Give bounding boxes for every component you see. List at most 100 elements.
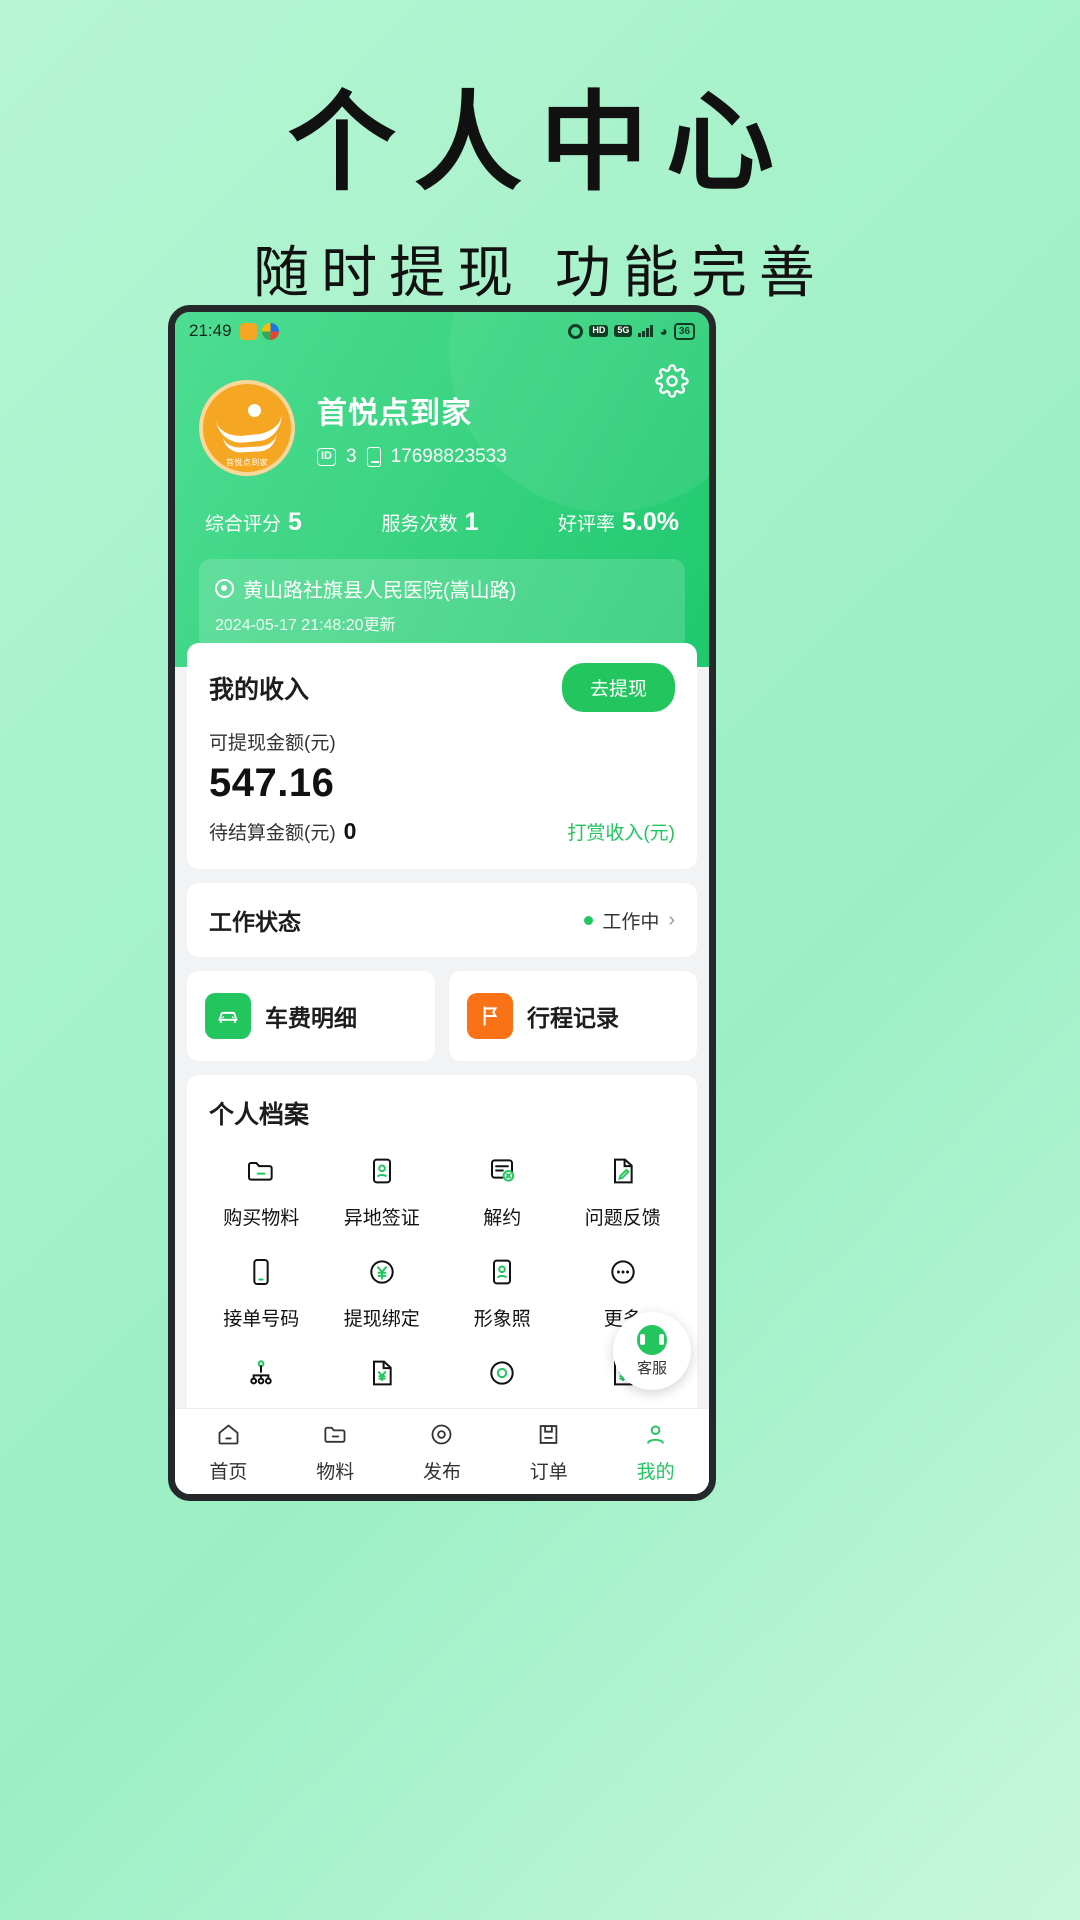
grid-item-withdraw-binding[interactable]: 提现绑定	[322, 1252, 443, 1331]
phone-icon	[366, 447, 381, 467]
mail-app-icon	[239, 322, 257, 340]
dynamic-list-icon	[482, 1353, 522, 1393]
archive-card: 个人档案 购买物料 异地签证 解约 问题反馈 接单号码 提现绑定 形象照 更多	[187, 1075, 697, 1446]
grid-item-buy-material[interactable]: 购买物料	[201, 1151, 322, 1230]
tab-order-label: 订单	[529, 1462, 568, 1483]
more-icon	[603, 1252, 643, 1292]
feedback-icon	[603, 1151, 643, 1191]
stat-service-count-value: 1	[464, 508, 479, 536]
archive-title: 个人档案	[209, 1101, 310, 1129]
shortcut-tiles: 车费明细 行程记录	[187, 971, 697, 1061]
avatar[interactable]: 首悦点到家	[199, 380, 295, 476]
grid-item-feedback[interactable]: 问题反馈	[563, 1151, 684, 1230]
contract-cancel-icon	[482, 1151, 522, 1191]
reward-record-icon	[362, 1353, 402, 1393]
wifi-icon: ◕	[659, 323, 668, 339]
archive-grid: 购买物料 异地签证 解约 问题反馈 接单号码 提现绑定 形象照 更多	[201, 1151, 683, 1432]
stat-rating: 综合评分 5	[205, 508, 302, 537]
tile-trip-record[interactable]: 行程记录	[449, 971, 697, 1061]
grid-item-terminate[interactable]: 解约	[442, 1151, 563, 1230]
profile-phone: 17698823533	[390, 446, 507, 467]
chevron-right-icon: ›	[668, 908, 675, 931]
chrome-app-icon	[261, 322, 279, 340]
tab-home[interactable]: 首页	[175, 1419, 282, 1484]
profile-header: 21:49 HD 5G ◕ 36 首悦点到家 首悦点到家 ID 3 176988…	[175, 312, 709, 667]
stat-praise-rate-value: 5.0%	[622, 508, 679, 536]
signal-bars-icon	[638, 325, 654, 337]
publish-icon	[427, 1419, 457, 1449]
profile-info: 首悦点到家 ID 3 17698823533	[317, 388, 507, 468]
home-icon	[213, 1419, 243, 1449]
customer-service-button[interactable]: 客服	[613, 1312, 691, 1390]
stat-service-count-label: 服务次数	[381, 514, 458, 535]
grid-item-terminate-label: 解约	[483, 1208, 522, 1229]
tab-mine[interactable]: 我的	[602, 1419, 709, 1484]
reward-income-link[interactable]: 打赏收入(元)	[567, 818, 675, 845]
status-bar: 21:49 HD 5G ◕ 36	[175, 312, 709, 350]
status-dot-icon	[584, 915, 594, 925]
work-status-title: 工作状态	[209, 909, 301, 935]
income-card: 我的收入 去提现 可提现金额(元) 547.16 待结算金额(元) 0 打赏收入(…	[187, 643, 697, 869]
stat-rating-label: 综合评分	[205, 514, 282, 535]
avatar-logo-wave-2	[222, 432, 278, 454]
gear-icon[interactable]	[655, 364, 689, 398]
stats-row: 综合评分 5 服务次数 1 好评率 5.0%	[175, 476, 709, 537]
material-icon	[320, 1419, 350, 1449]
customer-service-label: 客服	[636, 1359, 667, 1377]
tile-trip-record-label: 行程记录	[527, 1005, 619, 1031]
available-amount: 547.16	[209, 761, 335, 805]
work-status-value: 工作中	[602, 911, 660, 933]
mobile-icon	[241, 1252, 281, 1292]
profile-row[interactable]: 首悦点到家 首悦点到家 ID 3 17698823533	[175, 350, 709, 476]
grid-item-remote-visa[interactable]: 异地签证	[322, 1151, 443, 1230]
stat-praise-rate-label: 好评率	[558, 514, 616, 535]
grid-item-buy-material-label: 购买物料	[223, 1208, 300, 1229]
bottom-tab-bar: 首页 物料 发布 订单 我的	[175, 1408, 709, 1494]
tab-home-label: 首页	[209, 1462, 248, 1483]
status-icons: HD 5G ◕ 36	[568, 322, 695, 340]
network-icon: 5G	[614, 325, 633, 337]
pending-label: 待结算金额(元)	[209, 823, 336, 844]
stat-praise-rate: 好评率 5.0%	[558, 508, 679, 537]
grid-item-portrait[interactable]: 形象照	[442, 1252, 563, 1331]
available-label: 可提现金额(元)	[209, 733, 336, 754]
grid-item-portrait-label: 形象照	[473, 1309, 531, 1330]
grid-item-withdraw-binding-label: 提现绑定	[343, 1309, 420, 1330]
location-banner[interactable]: 黄山路社旗县人民医院(嵩山路) 2024-05-17 21:48:20更新	[199, 559, 685, 650]
tile-fare-detail[interactable]: 车费明细	[187, 971, 435, 1061]
tab-material-label: 物料	[316, 1462, 355, 1483]
tab-publish-label: 发布	[422, 1462, 461, 1483]
flag-icon	[467, 993, 513, 1039]
id-badge-icon: ID	[317, 448, 336, 466]
stat-rating-value: 5	[288, 508, 302, 536]
alarm-icon	[568, 323, 584, 339]
stat-service-count: 服务次数 1	[382, 508, 479, 537]
grid-item-order-number[interactable]: 接单号码	[201, 1252, 322, 1331]
tab-order[interactable]: 订单	[495, 1419, 602, 1484]
tab-publish[interactable]: 发布	[389, 1419, 496, 1484]
phone-mockup: 21:49 HD 5G ◕ 36 首悦点到家 首悦点到家 ID 3 176988…	[168, 305, 716, 1501]
location-address: 黄山路社旗县人民医院(嵩山路)	[243, 580, 517, 602]
page-title: 个人中心	[287, 81, 792, 206]
profile-meta: ID 3 17698823533	[317, 446, 507, 468]
portrait-icon	[482, 1252, 522, 1292]
location-row: 黄山路社旗县人民医院(嵩山路)	[215, 574, 669, 603]
profile-name: 首悦点到家	[317, 397, 472, 430]
order-icon	[534, 1419, 564, 1449]
distribution-icon	[241, 1353, 281, 1393]
income-title: 我的收入	[209, 675, 310, 704]
car-icon	[205, 993, 251, 1039]
grid-item-remote-visa-label: 异地签证	[343, 1208, 420, 1229]
tab-material[interactable]: 物料	[282, 1419, 389, 1484]
location-pin-icon	[215, 579, 234, 598]
tile-fare-detail-label: 车费明细	[265, 1005, 357, 1031]
page-subtitle: 随时提现 功能完善	[253, 241, 827, 306]
pending-amount: 0	[343, 818, 357, 844]
battery-icon: 36	[673, 322, 695, 340]
withdraw-button[interactable]: 去提现	[561, 663, 675, 712]
mine-icon	[641, 1419, 671, 1449]
tab-mine-label: 我的	[636, 1462, 675, 1483]
id-card-icon	[362, 1151, 402, 1191]
work-status-row[interactable]: 工作状态 工作中 ›	[187, 883, 697, 957]
folder-icon	[241, 1151, 281, 1191]
